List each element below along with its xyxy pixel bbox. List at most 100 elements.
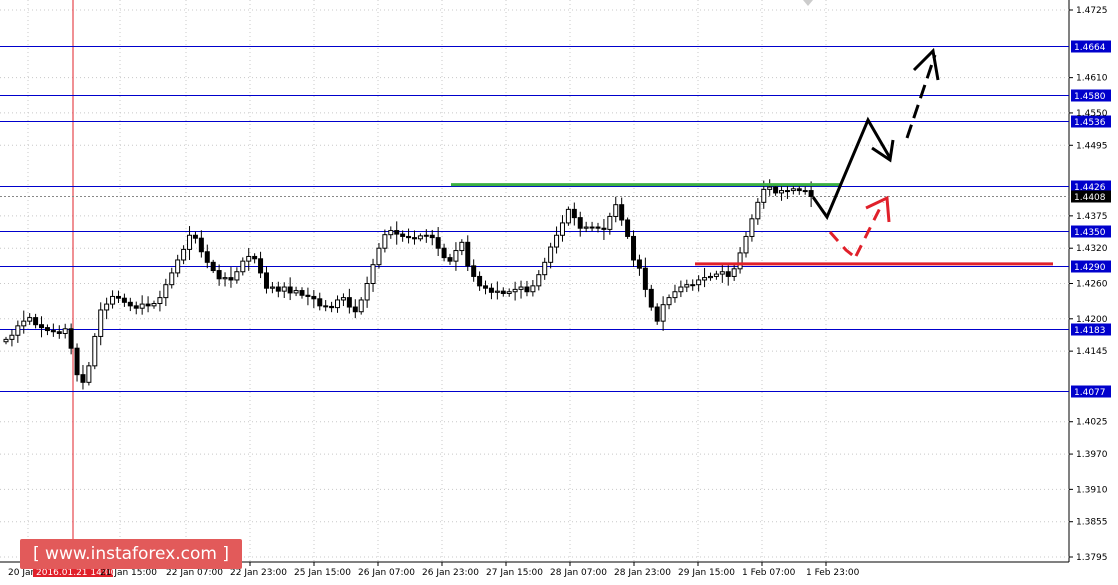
candle-body	[648, 288, 654, 308]
candle-body	[157, 297, 163, 304]
candle-body	[465, 241, 471, 267]
candle-body	[181, 248, 187, 261]
candle-body	[678, 286, 684, 293]
candle-body	[74, 347, 80, 376]
candle-body	[175, 259, 181, 274]
candle-body	[625, 219, 631, 237]
candle-body	[204, 251, 210, 263]
candle-body	[441, 247, 447, 259]
y-tick-label: 1.3970	[1076, 450, 1108, 460]
candle-body	[548, 246, 554, 263]
candle-body	[696, 279, 702, 286]
y-tick-label: 1.3855	[1076, 518, 1108, 528]
y-tick-label: 1.3910	[1076, 485, 1108, 495]
candle-body	[115, 295, 121, 299]
candle-body	[631, 235, 637, 261]
candle-body	[192, 234, 198, 239]
watermark-text: [ www.instaforex.com ]	[33, 544, 229, 564]
x-tick-label: 21 Jan 15:00	[100, 568, 157, 578]
candle-body	[636, 259, 642, 269]
candle-body	[311, 295, 317, 300]
candle-body	[68, 328, 74, 349]
candle-body	[400, 233, 406, 237]
candle-body	[3, 338, 9, 343]
candle-body	[725, 271, 731, 277]
candle-body	[577, 217, 583, 229]
candle-body	[767, 186, 773, 190]
candle-body	[104, 303, 110, 311]
candle-body	[269, 286, 275, 289]
candle-body	[494, 290, 500, 293]
candle-body	[524, 286, 530, 293]
candle-body	[613, 204, 619, 217]
watermark-logo: [ www.instaforex.com ]	[20, 539, 242, 569]
candle-body	[121, 297, 127, 303]
candle-body	[62, 328, 68, 334]
x-tick-label: 25 Jan 15:00	[294, 568, 351, 578]
candle-body	[216, 270, 222, 280]
candle-body	[737, 252, 743, 270]
candle-body	[411, 237, 417, 240]
price-chart: 1.46641.45801.45361.44261.43501.42901.41…	[0, 0, 1111, 578]
candle-body	[731, 268, 737, 277]
x-tick-label: 27 Jan 15:00	[486, 568, 543, 578]
candle-body	[559, 222, 565, 236]
candle-body	[145, 303, 151, 307]
candle-body	[779, 190, 785, 194]
candle-body	[281, 286, 287, 292]
candle-body	[802, 190, 808, 193]
candle-body	[358, 299, 364, 313]
x-tick-label: 28 Jan 23:00	[614, 568, 671, 578]
candle-body	[382, 234, 388, 249]
y-tick-label: 1.4725	[1076, 6, 1108, 16]
candle-body	[554, 234, 560, 248]
candle-body	[719, 271, 725, 275]
candle-body	[346, 297, 352, 308]
x-tick-label: 26 Jan 07:00	[358, 568, 415, 578]
candle-body	[702, 277, 708, 281]
candle-body	[56, 331, 62, 334]
candle-body	[335, 299, 341, 309]
candle-body	[323, 305, 329, 308]
candle-body	[139, 303, 145, 309]
forecast-primary-top-arrowhead	[912, 47, 940, 81]
x-tick-label: 29 Jan 15:00	[678, 568, 735, 578]
candlestick-series	[3, 179, 814, 390]
level-label: 1.4290	[1074, 263, 1106, 273]
y-tick-label: 1.4550	[1076, 109, 1108, 119]
candle-body	[80, 374, 86, 383]
level-label: 1.4580	[1074, 92, 1106, 102]
candle-body	[435, 237, 441, 249]
candle-body	[364, 283, 370, 301]
candle-body	[169, 272, 175, 286]
level-label: 1.4664	[1074, 43, 1106, 53]
candle-body	[417, 235, 423, 240]
candle-body	[406, 235, 412, 239]
candle-body	[15, 325, 21, 336]
candle-body	[151, 302, 157, 307]
candle-body	[127, 301, 133, 307]
candle-body	[530, 285, 536, 293]
candle-body	[761, 188, 767, 203]
candle-body	[305, 294, 311, 297]
candle-body	[690, 284, 696, 287]
y-tick-label: 1.4610	[1076, 74, 1108, 84]
candle-body	[110, 295, 116, 305]
candle-body	[299, 290, 305, 296]
chart-window: 1.4664 1.4580 1.4536 1.4426 1.4350 1.4290 1.41…	[0, 0, 1118, 585]
candle-body	[340, 297, 346, 301]
candle-body	[133, 305, 139, 309]
candle-body	[542, 261, 548, 276]
candle-body	[773, 186, 779, 194]
x-tick-label: 1 Feb 07:00	[742, 568, 796, 578]
candle-body	[92, 335, 98, 367]
candle-body	[488, 287, 494, 293]
candle-body	[352, 306, 358, 313]
candle-body	[595, 226, 601, 229]
current-price-label: 1.4408	[1074, 193, 1106, 203]
candle-body	[642, 267, 648, 290]
candle-body	[654, 306, 660, 322]
y-tick-label: 1.4145	[1076, 347, 1108, 357]
candle-body	[672, 291, 678, 299]
forecast-alt-down	[828, 231, 857, 260]
